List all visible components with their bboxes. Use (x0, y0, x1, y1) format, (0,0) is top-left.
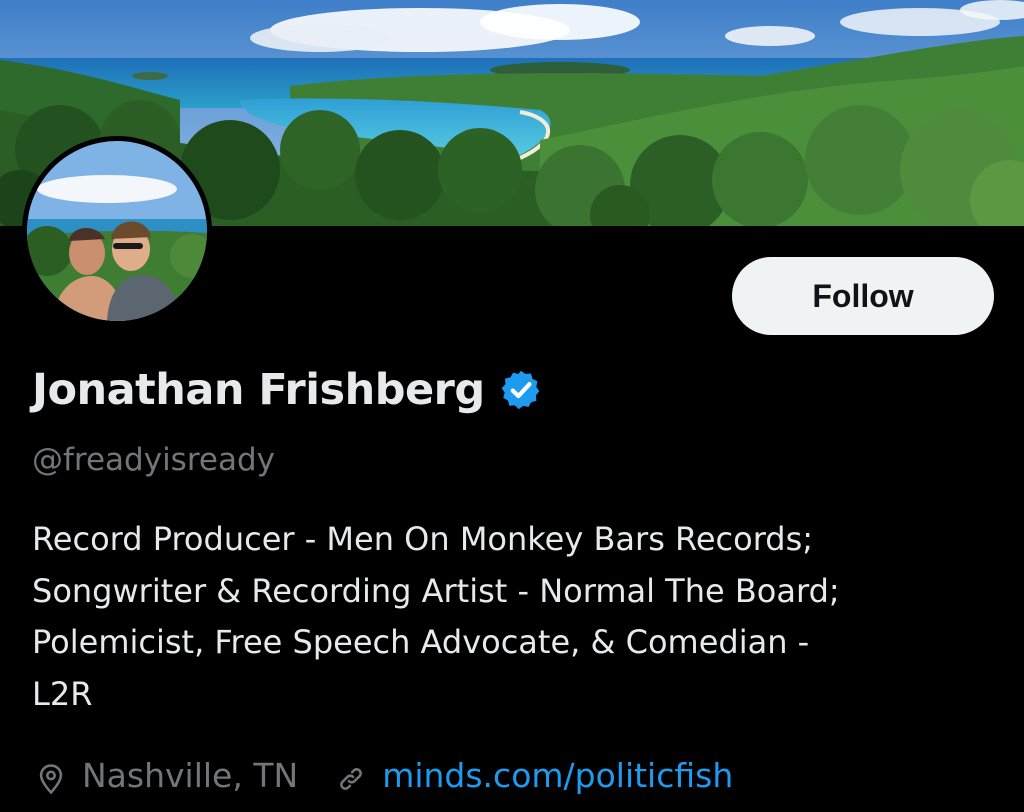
bio-line: Polemicist, Free Speech Advocate, & Come… (32, 623, 810, 661)
follow-button[interactable]: Follow (732, 257, 994, 335)
avatar-photo (27, 141, 207, 321)
bio-line: L2R (32, 674, 93, 713)
link-icon (334, 759, 368, 793)
location-pin-icon (34, 759, 68, 795)
profile-meta-row: Nashville, TN minds.com/politicfish (34, 750, 733, 802)
bio-line: Songwriter & Recording Artist - Normal T… (32, 571, 840, 610)
profile-name-row: Jonathan Frishberg (32, 358, 543, 422)
bio-line: Record Producer - Men On Monkey Bars Rec… (32, 520, 814, 558)
user-handle: @freadyisready (32, 442, 275, 478)
website-link[interactable]: minds.com/politicfish (382, 750, 733, 802)
profile-avatar[interactable] (22, 136, 212, 326)
profile-page: Follow Jonathan Frishberg @freadyisready… (0, 0, 1024, 812)
profile-bio: Record Producer - Men On Monkey Bars Rec… (32, 514, 992, 720)
verified-badge-icon[interactable] (499, 368, 543, 412)
location-text: Nashville, TN (82, 756, 299, 795)
display-name: Jonathan Frishberg (32, 365, 485, 415)
